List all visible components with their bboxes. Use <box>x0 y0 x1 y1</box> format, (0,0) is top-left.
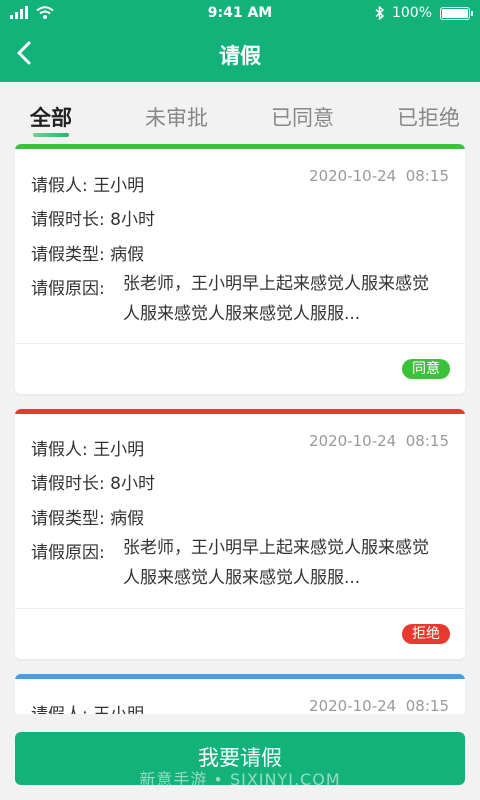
applicant-name: 王小明 <box>93 440 145 460</box>
watermark: 新意手游 • SJXINYI.COM <box>139 770 341 789</box>
submit-datetime: 2020-10-24 08:15 <box>309 167 449 185</box>
tab-approved[interactable]: 已同意 <box>271 102 334 132</box>
battery-percent: 100% <box>391 5 432 21</box>
tab-active-indicator <box>33 133 69 137</box>
type-row: 请假类型: 病假 <box>31 504 144 529</box>
applicant-label: 请假人: <box>31 440 88 460</box>
type-value: 病假 <box>110 509 145 529</box>
applicant-label: 请假人: <box>31 176 88 196</box>
card-divider <box>15 608 465 609</box>
submit-time: 08:15 <box>405 167 449 185</box>
duration-row: 请假时长: 8小时 <box>31 469 155 494</box>
applicant-row: 请假人: 王小明 <box>31 435 144 460</box>
tab-label: 已同意 <box>271 106 334 130</box>
leave-card[interactable]: 请假人: 王小明 2020-10-24 08:15 请假时长: 8小时 请假类型… <box>15 144 465 394</box>
bluetooth-icon <box>375 6 384 20</box>
page-title: 请假 <box>219 44 261 68</box>
type-label: 请假类型: <box>31 245 105 265</box>
card-status-stripe <box>15 144 465 149</box>
duration-label: 请假时长: <box>31 210 105 230</box>
reason-text: 张老师，王小明早上起来感觉人服来感觉人服来感觉人服来感觉人服服... <box>123 274 429 324</box>
duration-value: 8小时 <box>110 210 155 230</box>
card-status-stripe <box>15 409 465 414</box>
submit-datetime: 2020-10-24 08:15 <box>309 697 449 715</box>
submit-date: 2020-10-24 <box>309 432 397 450</box>
submit-date: 2020-10-24 <box>309 167 397 185</box>
duration-row: 请假时长: 8小时 <box>31 205 155 230</box>
submit-time: 08:15 <box>405 432 449 450</box>
tab-label: 未审批 <box>145 106 208 130</box>
header-bar: 9:41 AM 100% 请假 <box>0 0 480 82</box>
applicant-name: 王小明 <box>93 176 145 196</box>
reason-label: 请假原因: <box>31 279 105 299</box>
type-label: 请假类型: <box>31 509 105 529</box>
card-status-stripe <box>15 674 465 679</box>
applicant-row: 请假人: 王小明 <box>31 171 144 196</box>
battery-icon <box>440 6 473 20</box>
bottom-bar: 我要请假 新意手游 • SJXINYI.COM <box>0 714 480 800</box>
status-badge: 拒绝 <box>402 624 450 644</box>
leave-card[interactable]: 请假人: 王小明 2020-10-24 08:15 请假时长: 8小时 请假类型… <box>15 409 465 659</box>
tab-label: 全部 <box>30 106 72 130</box>
tab-rejected[interactable]: 已拒绝 <box>397 102 460 132</box>
filter-tabs: 全部 未审批 已同意 已拒绝 <box>0 82 480 144</box>
submit-datetime: 2020-10-24 08:15 <box>309 432 449 450</box>
type-value: 病假 <box>110 245 145 265</box>
status-bar: 9:41 AM 100% <box>0 0 480 28</box>
submit-time: 08:15 <box>405 697 449 715</box>
type-row: 请假类型: 病假 <box>31 240 144 265</box>
duration-value: 8小时 <box>110 474 155 494</box>
tab-all[interactable]: 全部 <box>30 102 72 137</box>
status-right: 100% <box>375 5 473 21</box>
reason-label: 请假原因: <box>31 543 105 563</box>
tab-label: 已拒绝 <box>397 106 460 130</box>
tab-pending[interactable]: 未审批 <box>145 102 208 132</box>
duration-label: 请假时长: <box>31 474 105 494</box>
reason-text: 张老师，王小明早上起来感觉人服来感觉人服来感觉人服来感觉人服服... <box>123 538 429 588</box>
submit-date: 2020-10-24 <box>309 697 397 715</box>
status-badge: 同意 <box>402 359 450 379</box>
card-divider <box>15 343 465 344</box>
